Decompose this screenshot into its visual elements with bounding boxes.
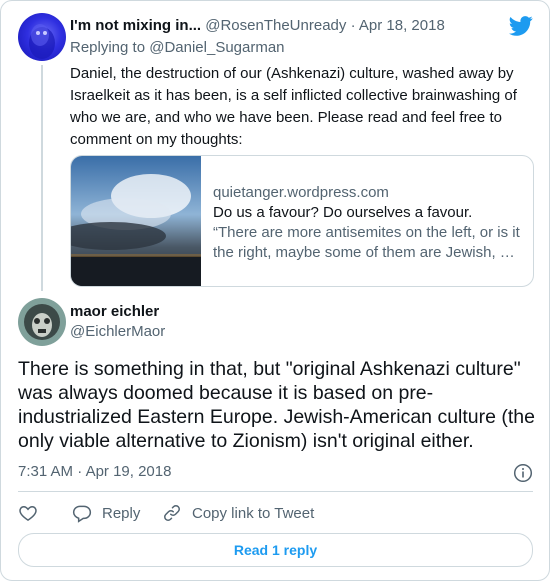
replying-to-prefix: Replying to (70, 39, 150, 56)
link-preview-card[interactable]: quietanger.wordpress.com Do us a favour?… (70, 155, 534, 287)
parent-tweet-text: Daniel, the destruction of our (Ashkenaz… (70, 65, 517, 148)
read-replies-button[interactable]: Read 1 reply (18, 533, 533, 567)
divider (18, 491, 533, 492)
link-description-line1: “There are more antisemites on the left,… (213, 224, 520, 241)
reply-button[interactable]: Reply (72, 503, 140, 523)
parent-separator: · (350, 17, 356, 34)
replying-to: Replying to @Daniel_Sugarman (70, 39, 285, 56)
copy-link-button[interactable]: Copy link to Tweet (162, 503, 314, 523)
main-time[interactable]: 7:31 AM (18, 463, 73, 480)
link-preview-body: quietanger.wordpress.com Do us a favour?… (213, 183, 523, 263)
parent-date[interactable]: Apr 18, 2018 (359, 17, 445, 34)
main-author-name[interactable]: maor eichler (70, 303, 159, 320)
main-author-handle[interactable]: @EichlerMaor (70, 323, 165, 340)
heart-icon (19, 505, 37, 521)
parent-header: I'm not mixing in... @RosenTheUnready · … (70, 17, 445, 34)
link-title: Do us a favour? Do ourselves a favour. (213, 204, 473, 221)
main-tweet-text: There is something in that, but "origina… (18, 358, 535, 452)
parent-author-handle[interactable]: @RosenTheUnready (205, 17, 346, 34)
info-icon[interactable] (513, 463, 533, 483)
tweet-embed-card: I'm not mixing in... @RosenTheUnready · … (0, 0, 550, 581)
twitter-bird-icon[interactable] (509, 16, 533, 36)
main-timestamp[interactable]: 7:31 AM · Apr 19, 2018 (18, 463, 171, 480)
main-date[interactable]: Apr 19, 2018 (86, 463, 172, 480)
parent-avatar[interactable] (18, 13, 66, 61)
main-separator: · (77, 463, 83, 480)
like-button[interactable] (18, 503, 48, 523)
link-icon (164, 505, 180, 521)
link-description-line2: the right, maybe some of them are Jewish… (213, 244, 515, 261)
link-domain: quietanger.wordpress.com (213, 184, 389, 201)
main-avatar[interactable] (18, 298, 66, 346)
reply-icon (72, 505, 92, 523)
parent-author-name[interactable]: I'm not mixing in... (70, 17, 201, 34)
thread-line (41, 65, 43, 291)
copy-link-label[interactable]: Copy link to Tweet (192, 505, 314, 522)
link-preview-image (71, 156, 201, 286)
reply-label[interactable]: Reply (102, 505, 140, 522)
replying-to-handle[interactable]: @Daniel_Sugarman (149, 39, 284, 56)
